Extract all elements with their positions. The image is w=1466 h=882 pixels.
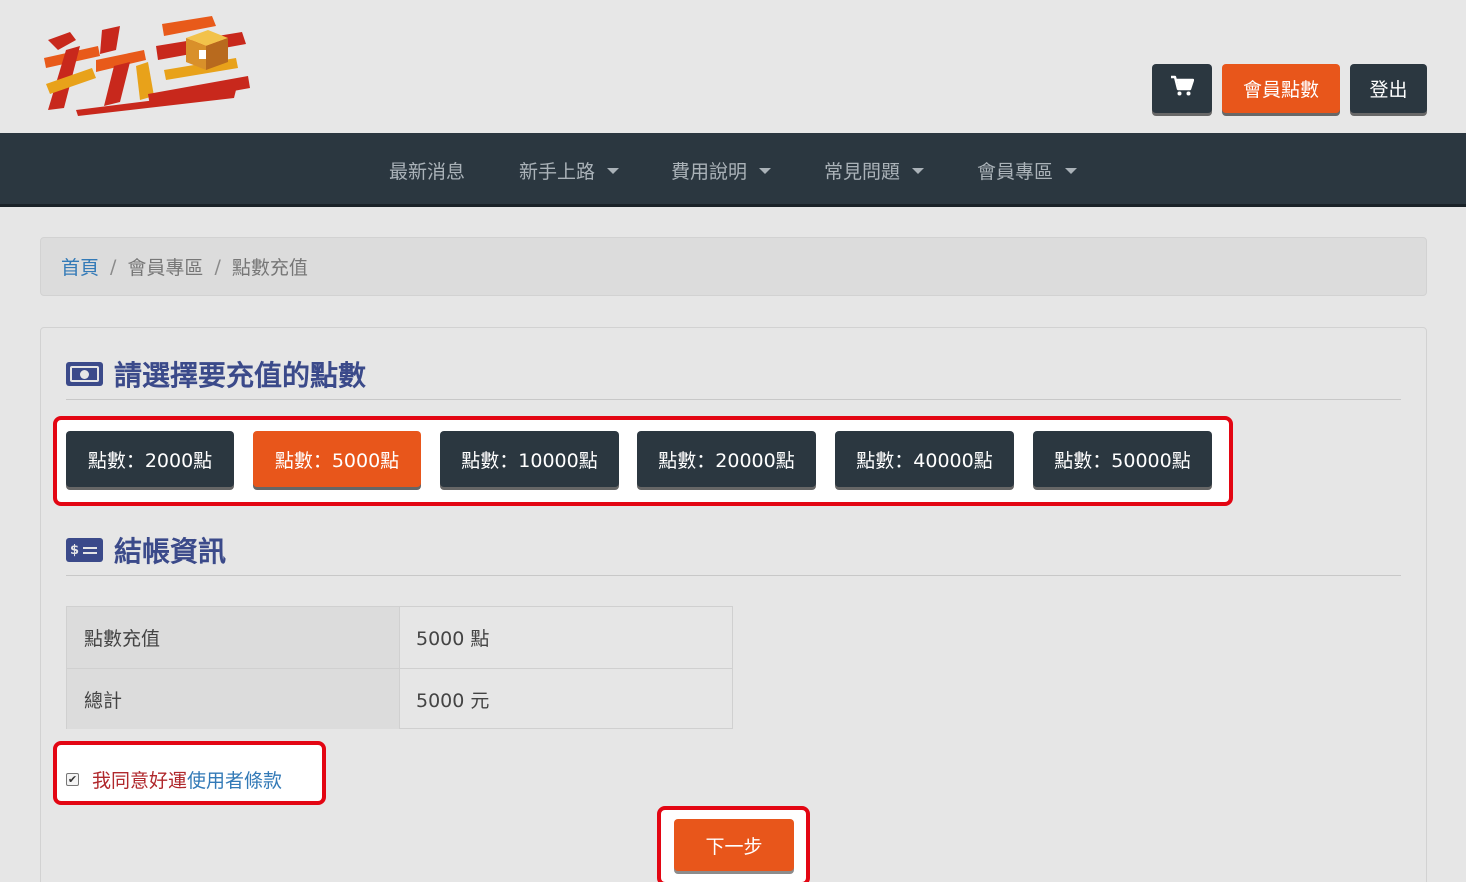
breadcrumb-separator: /: [110, 255, 117, 278]
points-option-10000[interactable]: 點數：10000點: [440, 431, 619, 487]
points-option-40000[interactable]: 點數：40000點: [835, 431, 1014, 487]
row-label: 點數充值: [67, 607, 400, 668]
cart-button[interactable]: [1152, 64, 1212, 113]
agreement-text: 我同意好運: [92, 770, 188, 792]
site-logo[interactable]: [36, 10, 251, 118]
nav-label: 常見問題: [824, 161, 901, 183]
payment-card-icon: $: [66, 538, 103, 562]
money-icon: [66, 362, 103, 386]
select-points-title: 請選擇要充值的點數: [114, 359, 367, 392]
checkout-heading: $ 結帳資訊: [66, 530, 226, 570]
row-value: 5000 點: [416, 628, 490, 650]
nav-label: 最新消息: [389, 161, 466, 183]
caret-down-icon: [912, 167, 925, 174]
nav-label: 新手上路: [519, 161, 596, 183]
nav-item-news[interactable]: 最新消息: [389, 157, 465, 184]
terms-agreement: ✔ 我同意好運 使用者條款: [66, 766, 282, 793]
points-option-5000[interactable]: 點數：5000點: [253, 431, 421, 487]
nav-item-fees[interactable]: 費用說明: [671, 157, 772, 184]
row-value: 5000 元: [416, 689, 490, 712]
divider: [66, 399, 1401, 400]
breadcrumb-current: 點數充值: [231, 257, 308, 279]
checkout-summary-table: 點數充值 5000 點 總計 5000 元: [66, 606, 733, 729]
check-icon: ✔: [67, 773, 78, 786]
nav-item-member[interactable]: 會員專區: [977, 157, 1078, 184]
breadcrumb-separator: /: [214, 255, 221, 278]
caret-down-icon: [607, 167, 620, 174]
terms-checkbox[interactable]: ✔: [66, 773, 79, 786]
points-option-50000[interactable]: 點數：50000點: [1033, 431, 1212, 487]
table-row: 總計 5000 元: [67, 668, 732, 729]
breadcrumb: 首頁 / 會員專區 / 點數充值: [40, 237, 1427, 296]
divider: [66, 575, 1401, 576]
nav-label: 費用說明: [671, 161, 748, 183]
nav-label: 會員專區: [977, 161, 1054, 183]
table-row: 點數充值 5000 點: [67, 607, 732, 668]
nav-item-faq[interactable]: 常見問題: [824, 157, 925, 184]
top-header: 會員點數 登出: [0, 0, 1466, 133]
breadcrumb-home-link[interactable]: 首頁: [61, 253, 99, 280]
select-points-heading: 請選擇要充值的點數: [66, 354, 366, 394]
points-option-20000[interactable]: 點數：20000點: [637, 431, 816, 487]
terms-link[interactable]: 使用者條款: [187, 766, 282, 793]
main-nav: 最新消息 新手上路 費用說明 常見問題 會員專區: [0, 133, 1466, 207]
nav-item-beginners[interactable]: 新手上路: [519, 157, 620, 184]
row-label: 總計: [67, 669, 400, 729]
member-points-button[interactable]: 會員點數: [1222, 64, 1340, 113]
points-option-2000[interactable]: 點數：2000點: [66, 431, 234, 487]
logout-button[interactable]: 登出: [1350, 64, 1427, 113]
breadcrumb-member: 會員專區: [127, 257, 204, 279]
cart-icon: [1170, 75, 1195, 102]
next-step-button[interactable]: 下一步: [674, 819, 794, 871]
caret-down-icon: [1065, 167, 1078, 174]
checkout-title: 結帳資訊: [114, 535, 227, 568]
caret-down-icon: [759, 167, 772, 174]
